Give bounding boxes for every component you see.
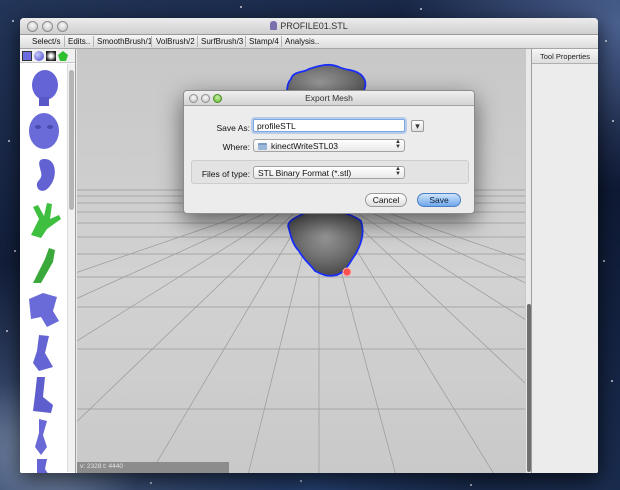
menu-surfbrush[interactable]: SurfBrush/3 <box>201 37 243 46</box>
export-mesh-dialog: Export Mesh Save As: profileSTL ▾ Where:… <box>183 90 475 214</box>
menu-separator <box>93 36 94 47</box>
palette-scroll-thumb[interactable] <box>69 70 74 210</box>
sphere-swatch-icon[interactable] <box>34 51 44 61</box>
menu-bar: Select/s Edits.. SmoothBrush/1 VolBrush/… <box>20 35 598 49</box>
swatch-row <box>20 49 75 63</box>
folder-icon <box>258 143 267 150</box>
window-title: PROFILE01.STL <box>20 21 598 31</box>
where-label: Where: <box>222 142 250 152</box>
save-button[interactable]: Save <box>417 193 461 207</box>
menu-separator <box>245 36 246 47</box>
menu-analysis[interactable]: Analysis.. <box>285 37 319 46</box>
save-as-input[interactable]: profileSTL <box>253 119 405 132</box>
main-window: PROFILE01.STL Select/s Edits.. SmoothBru… <box>20 18 598 473</box>
menu-separator <box>197 36 198 47</box>
cancel-button[interactable]: Cancel <box>365 193 407 207</box>
dialog-title: Export Mesh <box>305 93 353 103</box>
file-type-value: STL Binary Format (*.stl) <box>258 168 352 178</box>
menu-separator <box>281 36 282 47</box>
save-as-label: Save As: <box>216 123 250 133</box>
file-type-popup[interactable]: STL Binary Format (*.stl) ▲ ▼ <box>253 166 405 179</box>
document-icon <box>270 21 278 30</box>
save-as-value: profileSTL <box>257 121 296 131</box>
material-swatch-icon[interactable] <box>46 51 56 61</box>
menu-select[interactable]: Select/s <box>32 37 60 46</box>
face-thumb[interactable] <box>23 111 65 151</box>
window-title-text: PROFILE01.STL <box>280 21 348 31</box>
torso-thumb[interactable] <box>23 289 65 329</box>
popup-arrows-icon: ▲ ▼ <box>395 139 401 150</box>
menu-stamp[interactable]: Stamp/4 <box>249 37 279 46</box>
where-value: kinectWriteSTL03 <box>271 141 338 151</box>
color-swatch-icon[interactable] <box>22 51 32 61</box>
window-titlebar[interactable]: PROFILE01.STL <box>20 18 598 35</box>
model-palette <box>20 49 76 473</box>
foot-thumb[interactable] <box>23 375 65 415</box>
tool-properties-panel: Tool Properties <box>531 49 598 473</box>
expand-dialog-button[interactable]: ▾ <box>411 120 424 132</box>
menu-edits[interactable]: Edits.. <box>68 37 90 46</box>
popup-arrows-icon: ▲ ▼ <box>395 166 401 177</box>
dialog-titlebar[interactable]: Export Mesh <box>184 91 474 106</box>
head-thumb[interactable] <box>23 67 65 107</box>
ear-thumb[interactable] <box>23 156 65 196</box>
menu-smoothbrush[interactable]: SmoothBrush/1 <box>97 37 152 46</box>
green-pentagon-icon[interactable] <box>58 51 68 61</box>
pelvis-thumb[interactable] <box>23 457 65 473</box>
where-popup[interactable]: kinectWriteSTL03 ▲ ▼ <box>253 139 405 152</box>
menu-separator <box>64 36 65 47</box>
palette-scrollbar[interactable] <box>67 64 75 472</box>
arm-thumb[interactable] <box>23 245 65 285</box>
leg-thumb[interactable] <box>23 333 65 373</box>
status-bar: v: 2328 t: 4440 <box>77 462 229 473</box>
menu-separator <box>151 36 152 47</box>
tool-properties-header: Tool Properties <box>532 49 598 64</box>
menu-volbrush[interactable]: VolBrush/2 <box>156 37 195 46</box>
files-of-type-label: Files of type: <box>201 169 250 179</box>
ankle-thumb[interactable] <box>23 417 65 457</box>
hand-thumb[interactable] <box>23 201 65 241</box>
tool-properties-title: Tool Properties <box>539 52 591 61</box>
vertex-triangle-count: v: 2328 t: 4440 <box>80 463 124 470</box>
